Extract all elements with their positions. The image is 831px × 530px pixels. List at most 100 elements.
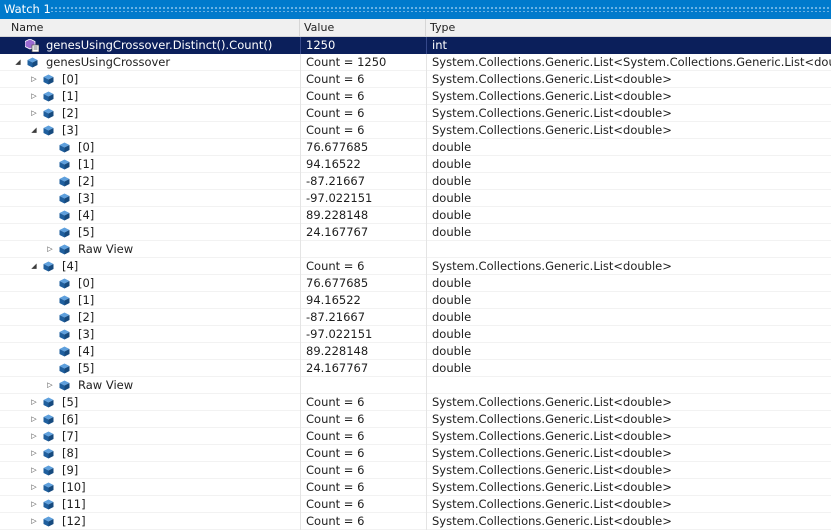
value-cell[interactable]: Count = 6 bbox=[300, 105, 426, 122]
watch-row[interactable]: [1] 94.16522 double bbox=[0, 156, 831, 173]
watch-row[interactable]: ◢ [3] Count = 6 System.Collections.Generic.… bbox=[0, 122, 831, 139]
value-cell[interactable]: -97.022151 bbox=[300, 326, 426, 343]
expand-arrow-icon[interactable]: ▷ bbox=[29, 445, 39, 462]
watch-row[interactable]: ◢ genesUsingCrossover Count = 1250 System.C… bbox=[0, 54, 831, 71]
expand-arrow-icon[interactable]: ▷ bbox=[29, 496, 39, 513]
value-cell[interactable]: Count = 6 bbox=[300, 445, 426, 462]
value-cell[interactable] bbox=[300, 241, 426, 258]
column-header-name[interactable]: Name bbox=[7, 19, 300, 36]
value-cell[interactable]: Count = 6 bbox=[300, 258, 426, 275]
name-cell: [5] bbox=[0, 224, 300, 241]
name-cell: ▷ [11] bbox=[0, 496, 300, 513]
watch-row[interactable]: ▷ [0] Count = 6 System.Collections.Generic.… bbox=[0, 71, 831, 88]
field-icon bbox=[59, 193, 70, 204]
watch-row[interactable]: [1] 94.16522 double bbox=[0, 292, 831, 309]
value-cell[interactable]: 76.677685 bbox=[300, 275, 426, 292]
field-icon bbox=[43, 448, 54, 459]
watch-row[interactable]: [3] -97.022151 double bbox=[0, 190, 831, 207]
value-cell[interactable]: Count = 6 bbox=[300, 496, 426, 513]
value-cell[interactable]: Count = 6 bbox=[300, 122, 426, 139]
value-cell[interactable]: Count = 6 bbox=[300, 428, 426, 445]
type-cell: System.Collections.Generic.List<System.C… bbox=[426, 54, 831, 71]
expand-arrow-icon[interactable]: ▷ bbox=[29, 513, 39, 530]
watch-row[interactable]: ▷ Raw View bbox=[0, 377, 831, 394]
value-cell[interactable]: 89.228148 bbox=[300, 343, 426, 360]
value-cell[interactable]: -97.022151 bbox=[300, 190, 426, 207]
value-cell[interactable]: -87.21667 bbox=[300, 173, 426, 190]
watch-row[interactable]: ▷ [9] Count = 6 System.Collections.Generic.… bbox=[0, 462, 831, 479]
watch-row[interactable]: [2] -87.21667 double bbox=[0, 309, 831, 326]
expand-arrow-icon[interactable]: ▷ bbox=[29, 411, 39, 428]
watch-row[interactable]: ▷ [5] Count = 6 System.Collections.Generic.… bbox=[0, 394, 831, 411]
type-cell: System.Collections.Generic.List<double> bbox=[426, 105, 831, 122]
value-cell[interactable]: 94.16522 bbox=[300, 156, 426, 173]
watch-row[interactable]: [4] 89.228148 double bbox=[0, 207, 831, 224]
value-cell[interactable]: Count = 6 bbox=[300, 411, 426, 428]
watch-row[interactable]: [3] -97.022151 double bbox=[0, 326, 831, 343]
expand-arrow-icon[interactable]: ▷ bbox=[29, 428, 39, 445]
watch-row[interactable]: ▷ [6] Count = 6 System.Collections.Generic.… bbox=[0, 411, 831, 428]
value-cell[interactable]: 1250 bbox=[300, 37, 426, 54]
field-icon bbox=[59, 210, 70, 221]
watch-row[interactable]: ▷ [10] Count = 6 System.Collections.Generic… bbox=[0, 479, 831, 496]
watch-row[interactable]: ▷ [1] Count = 6 System.Collections.Generic.… bbox=[0, 88, 831, 105]
field-icon bbox=[43, 482, 54, 493]
watch-row[interactable]: ▷ [11] Count = 6 System.Collections.Generic… bbox=[0, 496, 831, 513]
expand-arrow-icon[interactable]: ▷ bbox=[29, 462, 39, 479]
watch-row[interactable]: ▷ [2] Count = 6 System.Collections.Generic.… bbox=[0, 105, 831, 122]
watch-row[interactable]: [5] 24.167767 double bbox=[0, 360, 831, 377]
value-cell[interactable]: 76.677685 bbox=[300, 139, 426, 156]
watch-row[interactable]: ◢ [4] Count = 6 System.Collections.Generic.… bbox=[0, 258, 831, 275]
expand-arrow-icon[interactable]: ▷ bbox=[45, 377, 55, 394]
expand-arrow-icon[interactable]: ▷ bbox=[29, 88, 39, 105]
row-name: [2] bbox=[62, 106, 79, 120]
collapse-arrow-icon[interactable]: ◢ bbox=[29, 122, 39, 139]
column-header-type[interactable]: Type bbox=[426, 19, 831, 36]
value-cell[interactable]: 24.167767 bbox=[300, 360, 426, 377]
column-header-value[interactable]: Value bbox=[300, 19, 426, 36]
value-cell[interactable]: Count = 6 bbox=[300, 88, 426, 105]
watch-row[interactable]: [0] 76.677685 double bbox=[0, 275, 831, 292]
watch-window-titlebar[interactable]: Watch 1 bbox=[0, 0, 831, 19]
watch-row[interactable]: [0] 76.677685 double bbox=[0, 139, 831, 156]
watch-row[interactable]: [5] 24.167767 double bbox=[0, 224, 831, 241]
watch-row[interactable]: ▷ [8] Count = 6 System.Collections.Generic.… bbox=[0, 445, 831, 462]
expand-arrow-icon[interactable]: ▷ bbox=[29, 394, 39, 411]
type-cell: double bbox=[426, 224, 831, 241]
value-cell[interactable]: -87.21667 bbox=[300, 309, 426, 326]
value-cell[interactable]: 94.16522 bbox=[300, 292, 426, 309]
value-cell[interactable]: Count = 6 bbox=[300, 71, 426, 88]
value-cell[interactable]: 24.167767 bbox=[300, 224, 426, 241]
name-cell: ▷ [8] bbox=[0, 445, 300, 462]
type-cell: double bbox=[426, 207, 831, 224]
value-cell[interactable] bbox=[300, 377, 426, 394]
name-cell: ▷ [10] bbox=[0, 479, 300, 496]
watch-row[interactable]: ▷ Raw View bbox=[0, 241, 831, 258]
collapse-arrow-icon[interactable]: ◢ bbox=[29, 258, 39, 275]
name-cell: [5] bbox=[0, 360, 300, 377]
expand-arrow-icon[interactable]: ▷ bbox=[45, 241, 55, 258]
expand-arrow-icon[interactable]: ▷ bbox=[29, 71, 39, 88]
value-cell[interactable]: Count = 6 bbox=[300, 513, 426, 530]
collapse-arrow-icon[interactable]: ◢ bbox=[13, 54, 23, 71]
watch-row[interactable]: [4] 89.228148 double bbox=[0, 343, 831, 360]
value-cell[interactable]: Count = 6 bbox=[300, 479, 426, 496]
row-name: [7] bbox=[62, 429, 79, 443]
value-cell[interactable]: Count = 1250 bbox=[300, 54, 426, 71]
expand-arrow-icon[interactable]: ▷ bbox=[29, 479, 39, 496]
field-icon bbox=[27, 57, 38, 68]
row-name: [5] bbox=[78, 225, 95, 239]
type-cell: System.Collections.Generic.List<double> bbox=[426, 496, 831, 513]
titlebar-grip bbox=[50, 6, 831, 12]
value-cell[interactable]: Count = 6 bbox=[300, 462, 426, 479]
expand-arrow-icon[interactable]: ▷ bbox=[29, 105, 39, 122]
watch-row[interactable]: ▷ [12] Count = 6 System.Collections.Generic… bbox=[0, 513, 831, 530]
row-name: [11] bbox=[62, 497, 86, 511]
field-icon bbox=[43, 397, 54, 408]
value-cell[interactable]: Count = 6 bbox=[300, 394, 426, 411]
watch-row[interactable]: genesUsingCrossover.Distinct().Count() 12… bbox=[0, 37, 831, 54]
value-cell[interactable]: 89.228148 bbox=[300, 207, 426, 224]
watch-row[interactable]: [2] -87.21667 double bbox=[0, 173, 831, 190]
type-cell: double bbox=[426, 292, 831, 309]
watch-row[interactable]: ▷ [7] Count = 6 System.Collections.Generic.… bbox=[0, 428, 831, 445]
